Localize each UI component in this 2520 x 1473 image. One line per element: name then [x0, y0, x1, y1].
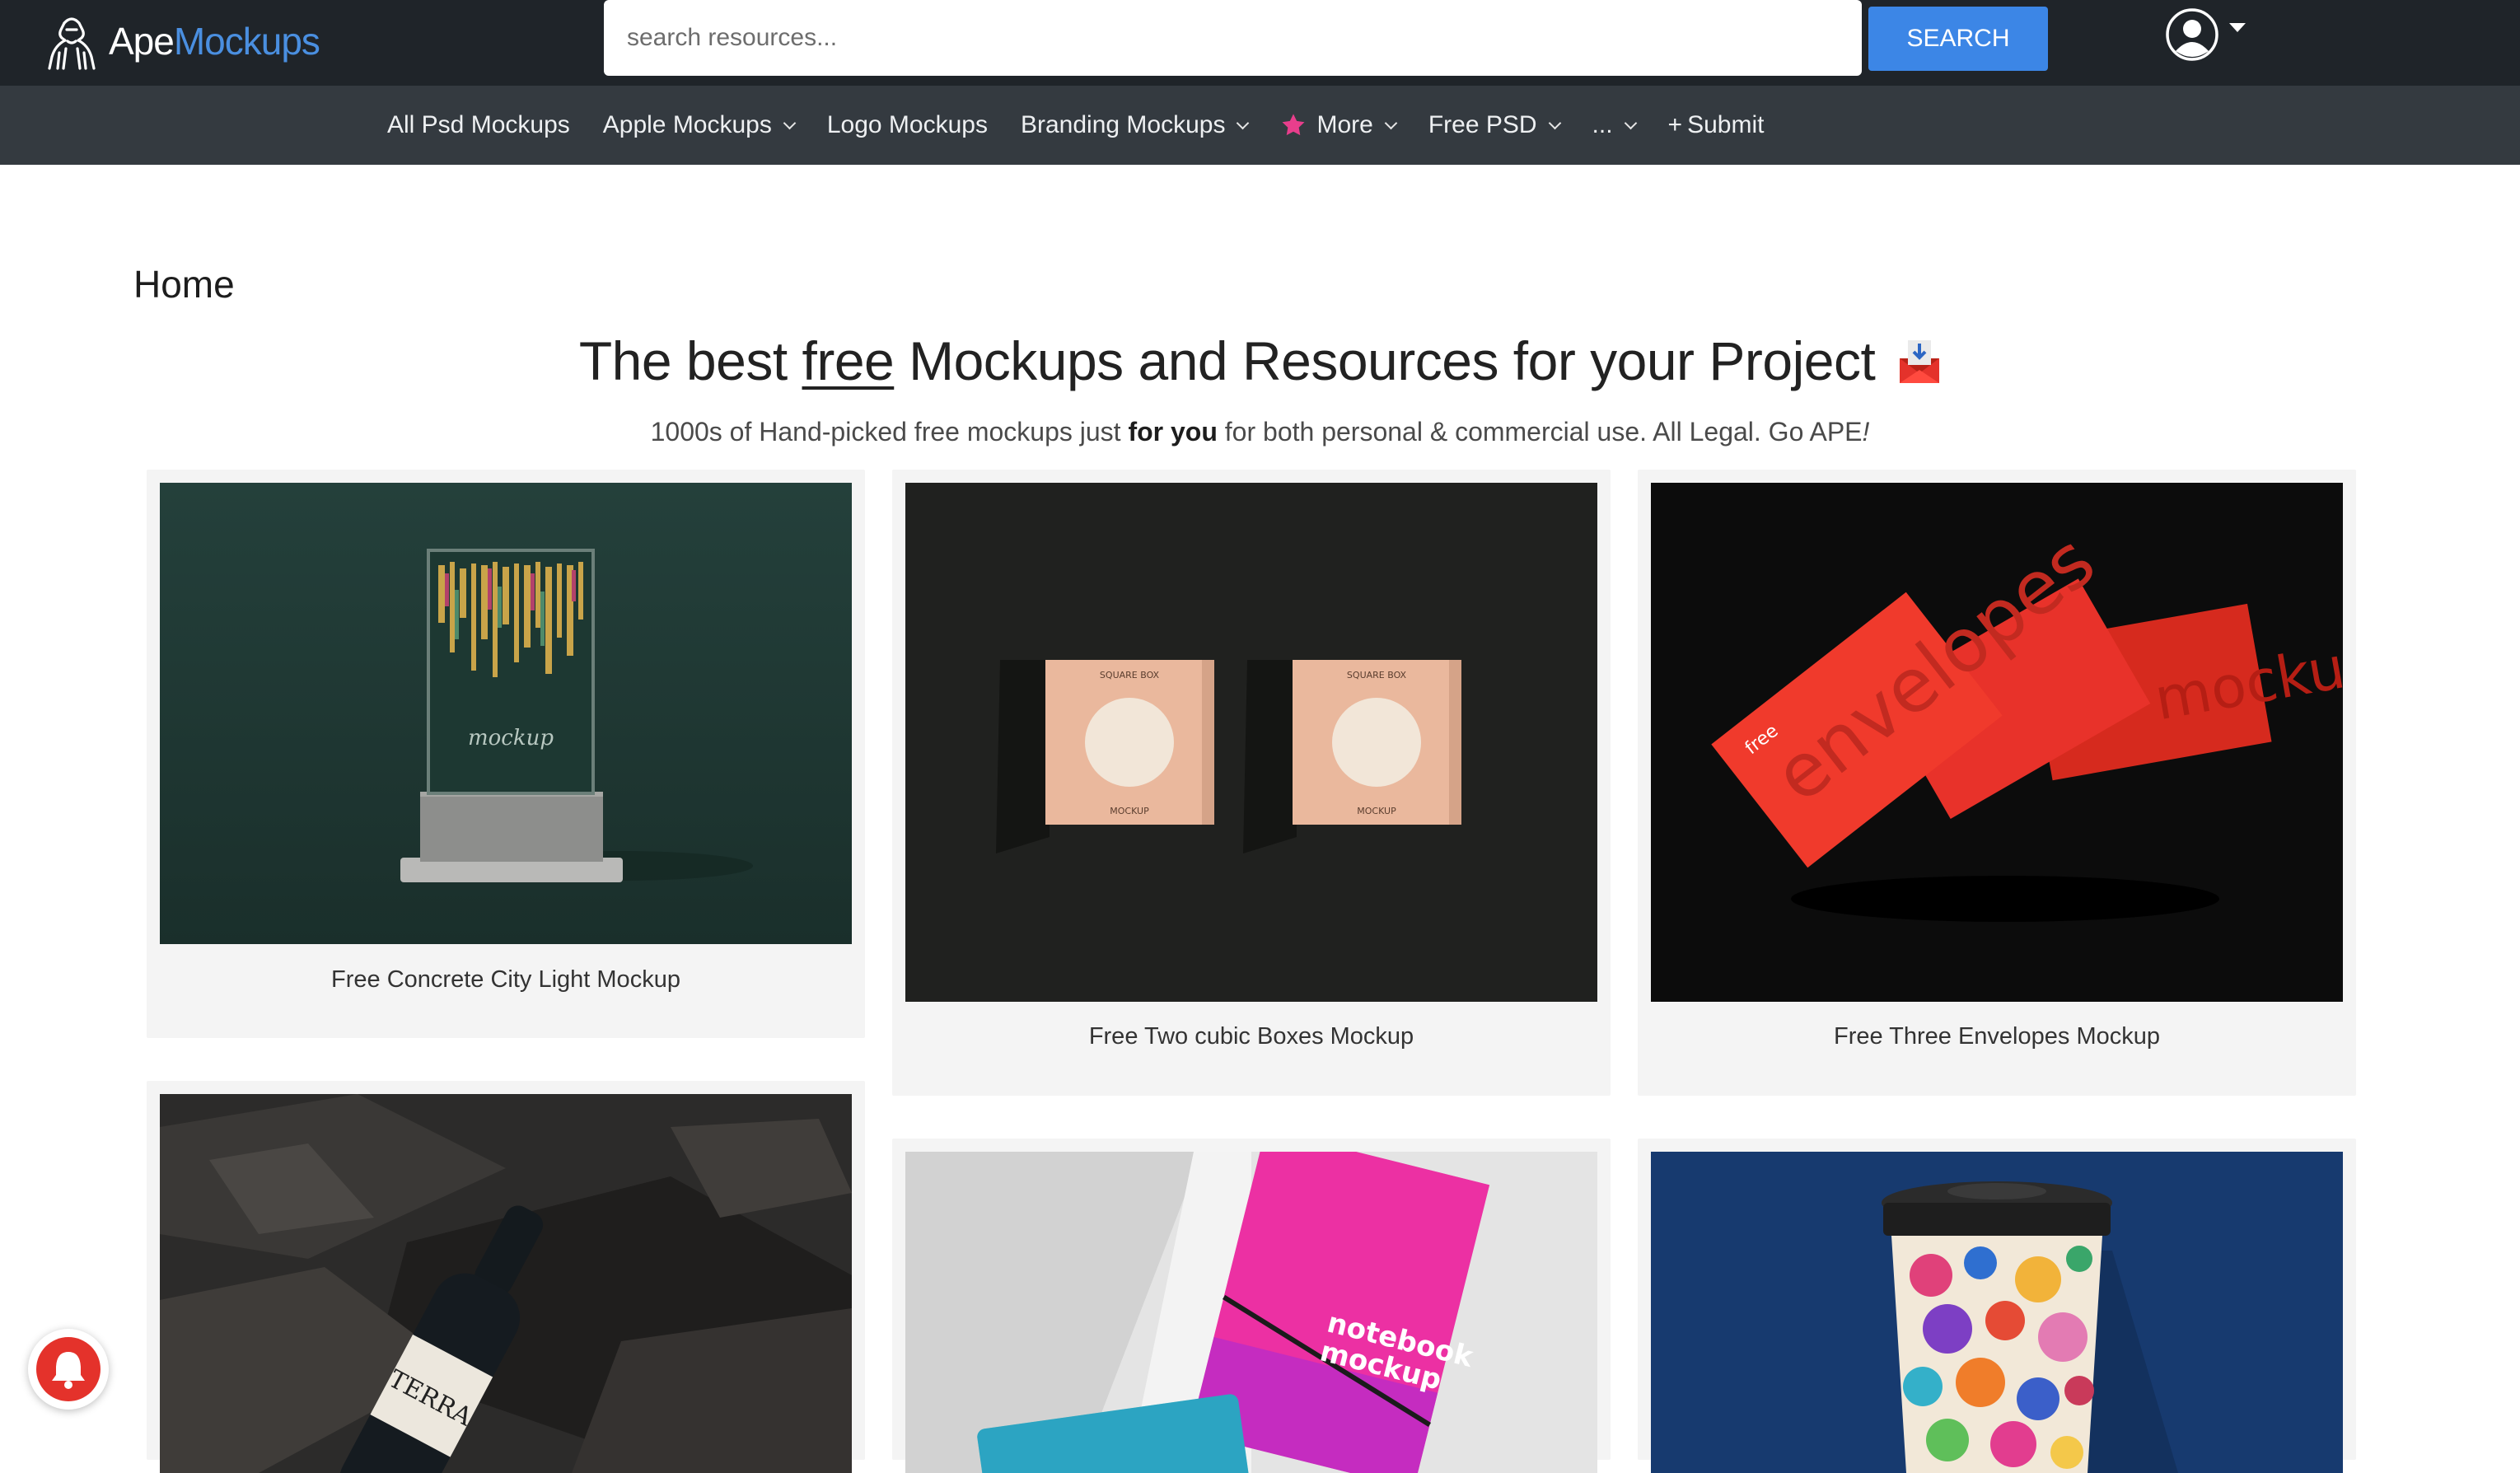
nav-bar: All Psd Mockups Apple Mockups Logo Mocku… — [0, 86, 2520, 165]
user-menu-caret-icon — [2229, 22, 2246, 32]
card-thumbnail[interactable]: notebook mockup — [905, 1152, 1597, 1473]
nav-item-label: All Psd Mockups — [387, 111, 570, 138]
page-subtitle: 1000s of Hand-picked free mockups just f… — [0, 417, 2520, 447]
title-emphasis: free — [802, 330, 895, 391]
subtitle-text: for both personal & commercial use. All … — [1217, 417, 1863, 447]
nav-item-label: Logo Mockups — [826, 111, 988, 138]
inbox-download-icon — [1900, 340, 1940, 383]
mockup-card[interactable]: notebook mockup — [892, 1139, 1611, 1473]
subtitle-bold: for you — [1128, 417, 1218, 447]
gorilla-logo-icon — [48, 17, 96, 70]
box-top-label: SQUARE BOX — [1100, 670, 1160, 680]
user-avatar-icon — [2166, 8, 2218, 61]
nav-item-apple-mockups[interactable]: Apple Mockups — [602, 111, 797, 139]
nav-item-label: Free PSD — [1428, 111, 1537, 138]
box-bottom-label: MOCKUP — [1357, 806, 1396, 816]
card-title[interactable]: Free Three Envelopes Mockup — [1638, 1023, 2356, 1050]
nav-item-label: Branding Mockups — [1020, 111, 1226, 138]
subtitle-exclamation: ! — [1862, 417, 1870, 447]
nav-item-free-psd[interactable]: Free PSD — [1428, 111, 1561, 139]
card-thumbnail[interactable]: TERRA — [160, 1094, 852, 1473]
card-title[interactable]: Free Concrete City Light Mockup — [147, 966, 865, 994]
mockup-card[interactable]: TERRA — [147, 1081, 865, 1473]
nav-item-label: Apple Mockups — [602, 111, 772, 138]
logo-text: ApeMockups — [109, 19, 320, 63]
page-title: The best free Mockups and Resources for … — [0, 330, 2520, 392]
mockup-card[interactable]: SQUARE BOX MOCKUP SQUARE BOX MOCKUP Free… — [892, 470, 1611, 1096]
card-thumbnail[interactable]: mockup — [160, 483, 852, 944]
nav-item-label: More — [1316, 111, 1373, 138]
breadcrumb[interactable]: Home — [133, 262, 235, 306]
nav-item-branding-mockups[interactable]: Branding Mockups — [1020, 111, 1250, 139]
mockup-card[interactable]: mockup envelopes free Free Three Envelop… — [1638, 470, 2356, 1096]
search-input[interactable] — [604, 0, 1862, 76]
chevron-down-icon — [1237, 116, 1250, 129]
boxes-mockup-image: SQUARE BOX MOCKUP SQUARE BOX MOCKUP — [905, 483, 1597, 1002]
coffee-cup-mockup-image — [1651, 1152, 2343, 1473]
star-icon — [1282, 114, 1305, 136]
top-bar: ApeMockups SEARCH — [0, 0, 2520, 86]
notification-bell-button[interactable] — [28, 1329, 109, 1410]
chevron-down-icon — [1548, 116, 1561, 129]
nav-item-label: Submit — [1687, 111, 1765, 138]
envelopes-mockup-image: mockup envelopes free — [1651, 483, 2343, 1002]
logo-text-mockups: Mockups — [173, 20, 320, 63]
city-light-label: mockup — [468, 726, 554, 751]
box-top-label: SQUARE BOX — [1347, 670, 1407, 680]
nav-item-overflow[interactable]: ... — [1592, 111, 1637, 139]
chevron-down-icon — [1624, 116, 1637, 129]
search-button[interactable]: SEARCH — [1868, 7, 2048, 71]
logo-text-ape: Ape — [109, 20, 175, 63]
site-logo[interactable]: ApeMockups — [43, 12, 320, 71]
nav-item-all-psd-mockups[interactable]: All Psd Mockups — [387, 111, 570, 139]
bell-icon — [52, 1352, 85, 1389]
city-light-mockup-image: mockup — [160, 483, 852, 944]
subtitle-text: 1000s of Hand-picked free mockups just — [650, 417, 1129, 447]
title-text: The best — [578, 330, 802, 391]
title-text: Mockups and Resources for your Project — [894, 330, 1876, 391]
plus-icon: + — [1667, 111, 1683, 138]
nav-item-submit[interactable]: + Submit — [1668, 111, 1765, 139]
chevron-down-icon — [1384, 116, 1398, 129]
notebook-mockup-image: notebook mockup — [905, 1152, 1597, 1473]
user-menu[interactable] — [2165, 8, 2246, 61]
box-bottom-label: MOCKUP — [1110, 806, 1149, 816]
nav-item-more[interactable]: More — [1280, 111, 1398, 139]
nav-menu: All Psd Mockups Apple Mockups Logo Mocku… — [387, 86, 1797, 165]
card-thumbnail[interactable] — [1651, 1152, 2343, 1473]
chevron-down-icon — [783, 116, 797, 129]
mockup-card[interactable] — [1638, 1139, 2356, 1473]
nav-item-logo-mockups[interactable]: Logo Mockups — [827, 111, 988, 139]
nav-item-label: ... — [1592, 111, 1613, 138]
card-title[interactable]: Free Two cubic Boxes Mockup — [892, 1023, 1611, 1050]
card-thumbnail[interactable]: mockup envelopes free — [1651, 483, 2343, 1002]
notification-bell-badge — [36, 1337, 101, 1401]
card-thumbnail[interactable]: SQUARE BOX MOCKUP SQUARE BOX MOCKUP — [905, 483, 1597, 1002]
wine-bottle-mockup-image: TERRA — [160, 1094, 852, 1473]
mockup-card[interactable]: mockup Free Concrete City Light Mockup — [147, 470, 865, 1038]
